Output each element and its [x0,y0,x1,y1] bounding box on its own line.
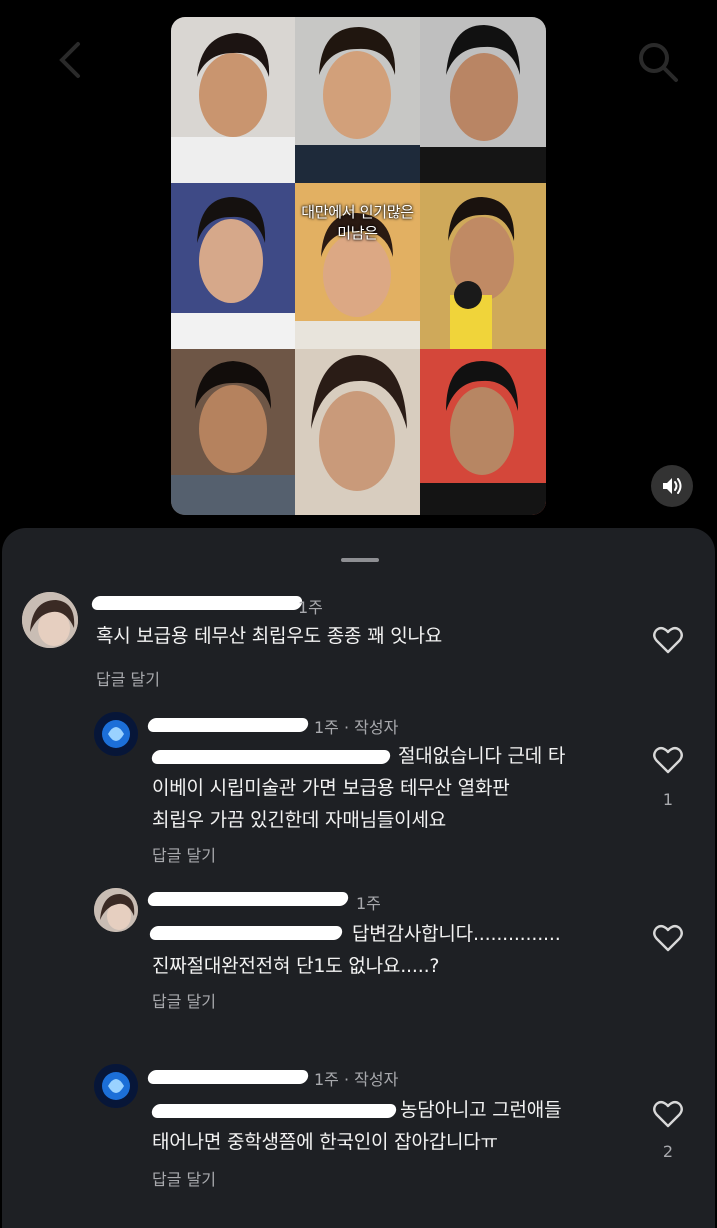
comment-text: 태어나면 중학생쯤에 한국인이 잡아갑니다ㅠ [152,1131,498,1153]
redacted-mention [150,750,392,764]
comment-timestamp: 1주 [356,894,381,913]
redacted-username [90,596,304,610]
portrait-photo [295,17,420,183]
speaker-icon [663,478,682,494]
avatar[interactable] [94,712,138,756]
portrait-photo [420,183,546,349]
reply-button[interactable]: 답글 달기 [152,1166,216,1190]
chevron-left-icon[interactable] [52,40,88,80]
video-viewer: 대만에서 인기많은 미남은 [0,0,717,540]
like-count: 2 [662,1142,674,1161]
reply-button[interactable]: 답글 달기 [152,842,216,866]
sheet-drag-handle[interactable] [341,558,379,562]
video-thumbnail[interactable]: 대만에서 인기많은 미남은 [171,17,546,515]
avatar[interactable] [94,888,138,932]
portrait-photo [171,183,295,349]
heart-icon[interactable] [653,924,683,952]
redacted-mention [150,1104,398,1118]
portrait-photo [420,17,546,183]
comments-sheet: 1주 혹시 보급용 테무산 최립우도 종종 꽤 잇나요 답글 달기 1주 · 작… [2,528,715,1228]
redacted-username [146,892,350,906]
comment-text: 이베이 시립미술관 가면 보급용 테무산 열화판 [152,777,510,799]
comment-text: 농담아니고 그런애들 [400,1099,562,1121]
heart-icon[interactable] [653,746,683,774]
comment-text: 절대없습니다 근데 타 [398,745,566,767]
comment-timestamp: 1주 · 작성자 [314,718,399,737]
portrait-photo [171,17,295,183]
portrait-photo: 대만에서 인기많은 미남은 [295,183,420,349]
comment-text: 답변감사합니다............... [352,923,561,945]
redacted-username [146,1070,310,1084]
comment-text: 최립우 가끔 있긴한데 자매님들이세요 [152,809,446,831]
photo-grid: 대만에서 인기많은 미남은 [171,17,546,515]
comment-timestamp: 1주 · 작성자 [314,1070,399,1089]
avatar[interactable] [94,1064,138,1108]
redacted-username [146,718,310,732]
like-count: 1 [662,790,674,809]
comment-text: 진짜절대완전전혀 단1도 없나요.....? [152,955,440,977]
comment-timestamp: 1주 [298,598,323,617]
comment-text: 혹시 보급용 테무산 최립우도 종종 꽤 잇나요 [96,625,443,647]
avatar[interactable] [22,592,78,648]
portrait-photo [420,349,546,515]
search-icon[interactable] [636,40,680,84]
redacted-mention [148,926,344,940]
heart-icon[interactable] [653,1100,683,1128]
sound-toggle-button[interactable] [651,465,693,507]
reply-button[interactable]: 답글 달기 [152,988,216,1012]
reply-button[interactable]: 답글 달기 [96,666,160,690]
video-caption: 대만에서 인기많은 미남은 [301,203,414,242]
heart-icon[interactable] [653,626,683,654]
portrait-photo [295,349,420,515]
portrait-photo [171,349,295,515]
